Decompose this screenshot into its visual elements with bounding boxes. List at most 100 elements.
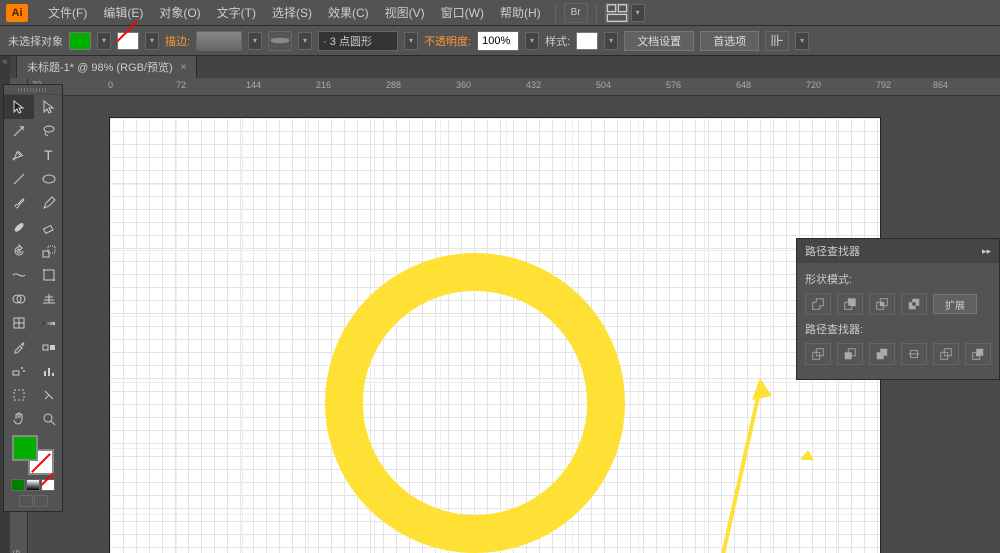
color-mode-btn[interactable] <box>11 479 25 491</box>
slice-tool[interactable] <box>34 383 64 407</box>
divide-button[interactable] <box>805 343 831 365</box>
width-tool[interactable] <box>4 263 34 287</box>
scale-tool[interactable] <box>34 239 64 263</box>
hand-tool[interactable] <box>4 407 34 431</box>
toolbox: T <box>3 84 63 512</box>
fill-color-swatch[interactable] <box>12 435 38 461</box>
menu-view[interactable]: 视图(V) <box>377 0 433 26</box>
gradient-tool[interactable] <box>34 311 64 335</box>
style-swatch[interactable] <box>576 32 598 50</box>
gradient-mode-btn[interactable] <box>26 479 40 491</box>
align-dd[interactable]: ▾ <box>795 32 809 50</box>
stroke-label: 描边: <box>165 33 190 49</box>
svg-text:T: T <box>44 147 53 163</box>
menu-window[interactable]: 窗口(W) <box>433 0 492 26</box>
artboard-tool[interactable] <box>4 383 34 407</box>
horizontal-ruler[interactable]: 72 0 72 144 216 288 360 432 504 576 648 … <box>28 78 1000 96</box>
screen-mode-full[interactable] <box>34 495 48 507</box>
perspective-grid-tool[interactable] <box>34 287 64 311</box>
pathfinder-panel: 路径查找器 ▸▸ 形状模式: 扩展 路径查找器: <box>796 238 1000 380</box>
outline-button[interactable] <box>933 343 959 365</box>
stroke-dropdown[interactable]: ▾ <box>145 32 159 50</box>
menu-text[interactable]: 文字(T) <box>209 0 264 26</box>
pencil-tool[interactable] <box>34 191 64 215</box>
arrange-docs-button[interactable] <box>605 3 629 23</box>
menu-bar: Ai 文件(F) 编辑(E) 对象(O) 文字(T) 选择(S) 效果(C) 视… <box>0 0 1000 26</box>
line-tool[interactable] <box>4 167 34 191</box>
menu-effect[interactable]: 效果(C) <box>320 0 377 26</box>
yellow-ring-shape[interactable] <box>325 253 625 553</box>
menu-edit[interactable]: 编辑(E) <box>95 0 151 26</box>
separator <box>596 3 597 23</box>
var-width-profile[interactable] <box>268 31 292 51</box>
shape-builder-tool[interactable] <box>4 287 34 311</box>
crop-button[interactable] <box>901 343 927 365</box>
minus-front-button[interactable] <box>837 293 863 315</box>
pathfinders-label: 路径查找器: <box>805 321 991 337</box>
annotation-triangle <box>800 450 816 462</box>
eyedropper-tool[interactable] <box>4 335 34 359</box>
selection-tool[interactable] <box>4 95 34 119</box>
menu-object[interactable]: 对象(O) <box>151 0 208 26</box>
rotate-tool[interactable] <box>4 239 34 263</box>
tab-title: 未标题-1* @ 98% (RGB/预览) <box>27 59 173 75</box>
eraser-tool[interactable] <box>34 215 64 239</box>
bridge-button[interactable]: Br <box>564 3 588 23</box>
blob-brush-tool[interactable] <box>4 215 34 239</box>
fill-stroke-swatches[interactable] <box>12 435 54 475</box>
stroke-weight[interactable] <box>196 31 242 51</box>
type-tool[interactable]: T <box>34 143 64 167</box>
style-label: 样式: <box>545 33 570 49</box>
ellipse-tool[interactable] <box>34 167 64 191</box>
style-dd[interactable]: ▾ <box>604 32 618 50</box>
blend-tool[interactable] <box>34 335 64 359</box>
stroke-swatch[interactable] <box>117 32 139 50</box>
align-icon[interactable]: ⊪ <box>765 31 789 51</box>
mesh-tool[interactable] <box>4 311 34 335</box>
doc-setup-button[interactable]: 文档设置 <box>624 31 694 51</box>
column-graph-tool[interactable] <box>34 359 64 383</box>
screen-mode-normal[interactable] <box>19 495 33 507</box>
document-tabs: 未标题-1* @ 98% (RGB/预览) × <box>10 56 1000 78</box>
opacity-dd[interactable]: ▾ <box>525 32 539 50</box>
separator <box>555 3 556 23</box>
menu-help[interactable]: 帮助(H) <box>492 0 549 26</box>
symbol-sprayer-tool[interactable] <box>4 359 34 383</box>
expand-button[interactable]: 扩展 <box>933 294 977 314</box>
unite-button[interactable] <box>805 293 831 315</box>
merge-button[interactable] <box>869 343 895 365</box>
shape-modes-label: 形状模式: <box>805 271 991 287</box>
tab-close-icon[interactable]: × <box>181 62 187 73</box>
intersect-button[interactable] <box>869 293 895 315</box>
preferences-button[interactable]: 首选项 <box>700 31 759 51</box>
document-tab[interactable]: 未标题-1* @ 98% (RGB/预览) × <box>16 55 197 78</box>
menu-file[interactable]: 文件(F) <box>40 0 95 26</box>
panel-tab-pathfinder[interactable]: 路径查找器 ▸▸ <box>797 239 999 263</box>
opacity-value[interactable]: 100% <box>477 31 519 51</box>
var-width-dd[interactable]: ▾ <box>298 32 312 50</box>
direct-selection-tool[interactable] <box>34 95 64 119</box>
brush-def[interactable]: · 3 点圆形 <box>318 31 398 51</box>
magic-wand-tool[interactable] <box>4 119 34 143</box>
zoom-tool[interactable] <box>34 407 64 431</box>
fill-swatch[interactable] <box>69 32 91 50</box>
trim-button[interactable] <box>837 343 863 365</box>
brush-def-dd[interactable]: ▾ <box>404 32 418 50</box>
arrange-docs-dropdown[interactable]: ▾ <box>631 4 645 22</box>
pen-tool[interactable] <box>4 143 34 167</box>
panel-collapse-icon[interactable]: ▸▸ <box>982 246 991 257</box>
stroke-weight-dd[interactable]: ▾ <box>248 32 262 50</box>
free-transform-tool[interactable] <box>34 263 64 287</box>
none-mode-btn[interactable] <box>41 479 55 491</box>
opacity-label: 不透明度: <box>424 33 471 49</box>
toolbox-grip[interactable] <box>4 85 62 95</box>
paintbrush-tool[interactable] <box>4 191 34 215</box>
fill-dropdown[interactable]: ▾ <box>97 32 111 50</box>
workspace: « T <box>0 56 1000 553</box>
lasso-tool[interactable] <box>34 119 64 143</box>
menu-select[interactable]: 选择(S) <box>264 0 320 26</box>
exclude-button[interactable] <box>901 293 927 315</box>
app-logo: Ai <box>6 4 28 22</box>
annotation-arrow <box>700 378 840 553</box>
minus-back-button[interactable] <box>965 343 991 365</box>
